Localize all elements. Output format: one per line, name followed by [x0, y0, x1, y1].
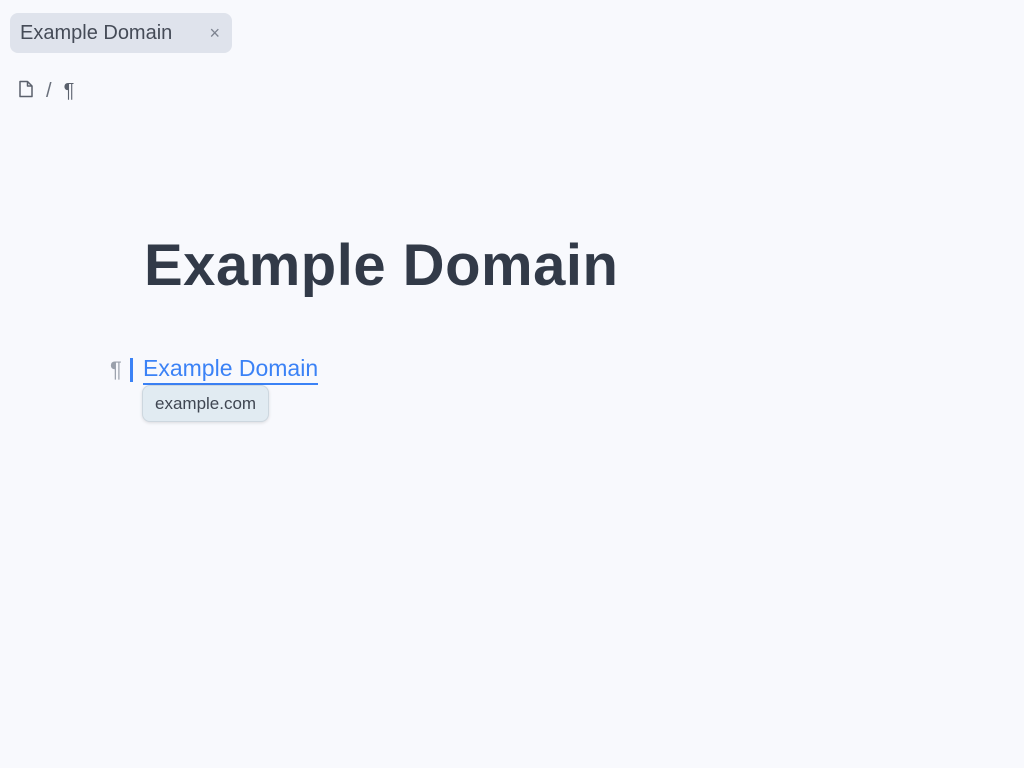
document-icon[interactable] — [18, 80, 34, 103]
tab-title: Example Domain — [20, 21, 173, 44]
text-cursor — [130, 358, 133, 382]
close-icon[interactable]: × — [209, 24, 220, 42]
paragraph-mark-icon[interactable]: ¶ — [110, 357, 130, 383]
breadcrumb-separator: / — [46, 79, 52, 102]
link-tooltip: example.com — [142, 385, 270, 422]
document-tab[interactable]: Example Domain × — [10, 13, 232, 53]
paragraph-block: ¶ Example Domain — [110, 354, 319, 386]
example-domain-link[interactable]: Example Domain — [143, 355, 319, 385]
pilcrow-icon[interactable]: ¶ — [64, 80, 75, 103]
breadcrumb: / ¶ — [18, 78, 74, 104]
page-heading[interactable]: Example Domain — [144, 232, 618, 299]
